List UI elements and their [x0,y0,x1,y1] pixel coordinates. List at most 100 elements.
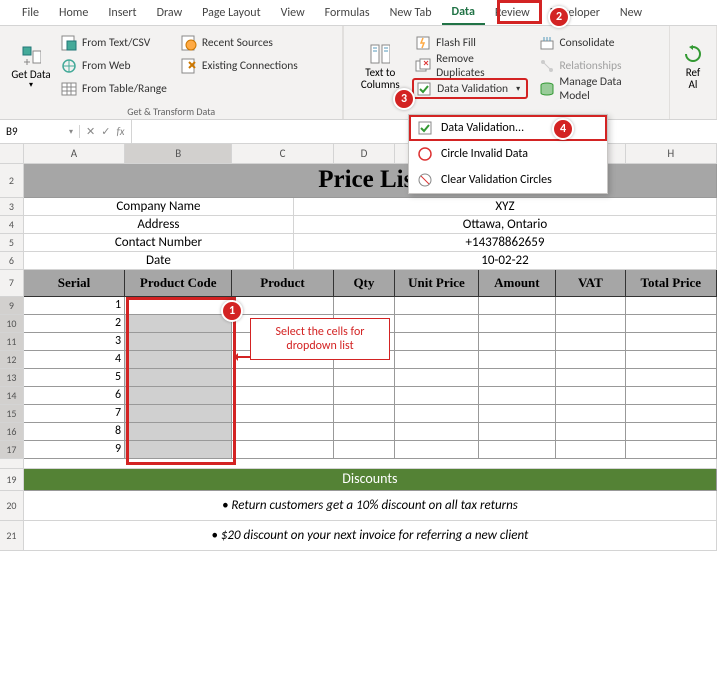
row-header[interactable]: 14 [0,387,24,405]
cell[interactable] [395,315,478,333]
cell[interactable] [334,297,396,315]
row-header[interactable]: 9 [0,297,24,315]
enter-icon[interactable]: ✓ [101,125,110,138]
row-header[interactable]: 17 [0,441,24,459]
tab-view[interactable]: View [271,2,315,24]
cell[interactable] [556,351,626,369]
cell[interactable] [626,423,717,441]
company-value[interactable]: XYZ [294,198,717,216]
discount-note-2[interactable]: • $20 discount on your next invoice for … [24,521,717,551]
cell[interactable] [556,441,626,459]
cell[interactable] [556,423,626,441]
row-header[interactable]: 15 [0,405,24,423]
date-label[interactable]: Date [24,252,294,270]
cell[interactable]: 4 [24,351,125,369]
cell[interactable] [125,351,232,369]
row-header[interactable]: 11 [0,333,24,351]
fx-icon[interactable]: fx [116,125,124,138]
contact-label[interactable]: Contact Number [24,234,294,252]
cell[interactable] [626,387,717,405]
dropdown-circle-invalid[interactable]: Circle Invalid Data [409,141,607,167]
row-header[interactable]: 7 [0,270,24,297]
cell[interactable] [556,315,626,333]
cell[interactable] [626,369,717,387]
consolidate-button[interactable]: Consolidate [536,32,658,53]
cell[interactable] [556,369,626,387]
dropdown-data-validation[interactable]: Data Validation... [409,115,607,141]
contact-value[interactable]: +14378862659 [294,234,717,252]
cell[interactable] [125,441,232,459]
cell[interactable] [232,387,333,405]
cell[interactable]: 1 [24,297,125,315]
cell[interactable]: 2 [24,315,125,333]
company-label[interactable]: Company Name [24,198,294,216]
cell[interactable] [125,369,232,387]
hdr-product-code[interactable]: Product Code [125,270,232,297]
flash-fill-button[interactable]: Flash Fill [412,32,527,53]
cell[interactable] [395,423,478,441]
cell[interactable] [479,369,556,387]
tab-home[interactable]: Home [49,2,98,24]
row-header[interactable]: 2 [0,164,24,198]
row-header[interactable]: 3 [0,198,24,216]
hdr-qty[interactable]: Qty [334,270,396,297]
tab-file[interactable]: File [12,2,49,24]
cell[interactable]: 9 [24,441,125,459]
cell[interactable] [125,297,232,315]
row-header[interactable]: 16 [0,423,24,441]
cell[interactable] [395,405,478,423]
cell[interactable] [232,441,333,459]
cell[interactable] [395,369,478,387]
cell[interactable] [479,333,556,351]
hdr-amount[interactable]: Amount [479,270,556,297]
cell[interactable] [479,423,556,441]
existing-connections-button[interactable]: Existing Connections [178,55,301,76]
col-header-d[interactable]: D [334,144,396,164]
cell[interactable] [556,297,626,315]
cell[interactable] [395,333,478,351]
cell[interactable] [125,387,232,405]
title-cell[interactable]: Price List [24,164,717,198]
row-header[interactable]: 5 [0,234,24,252]
name-box[interactable]: B9▾ [0,125,80,138]
cell[interactable] [125,423,232,441]
cell[interactable] [125,315,232,333]
row-header[interactable]: 20 [0,491,24,521]
cell[interactable] [556,333,626,351]
hdr-vat[interactable]: VAT [556,270,626,297]
discounts-title[interactable]: Discounts [24,469,717,491]
row-header[interactable]: 19 [0,469,24,491]
cell[interactable] [395,387,478,405]
date-value[interactable]: 10-02-22 [294,252,717,270]
cell[interactable] [556,387,626,405]
cell[interactable]: 8 [24,423,125,441]
cell[interactable] [395,351,478,369]
tab-insert[interactable]: Insert [98,2,146,24]
cell[interactable] [232,369,333,387]
cell[interactable] [395,297,478,315]
refresh-all-button[interactable]: RefAl [678,30,708,105]
from-table-range-button[interactable]: From Table/Range [58,78,170,99]
cell[interactable] [479,405,556,423]
get-data-button[interactable]: Get Data▾ [8,30,54,105]
tab-new[interactable]: New [610,2,652,24]
col-header-b[interactable]: B [125,144,232,164]
cell[interactable] [626,405,717,423]
cell[interactable]: 5 [24,369,125,387]
cell[interactable] [232,405,333,423]
recent-sources-button[interactable]: Recent Sources [178,32,301,53]
tab-review[interactable]: Review [485,2,540,24]
hdr-total-price[interactable]: Total Price [626,270,717,297]
col-header-c[interactable]: C [232,144,333,164]
cell[interactable] [479,441,556,459]
cell[interactable] [334,423,396,441]
from-web-button[interactable]: From Web [58,55,170,76]
col-header-h[interactable]: H [626,144,717,164]
row-header[interactable]: 4 [0,216,24,234]
cell[interactable] [479,387,556,405]
cell[interactable] [626,351,717,369]
tab-formulas[interactable]: Formulas [315,2,380,24]
data-validation-button[interactable]: Data Validation▾ [412,78,527,99]
cell[interactable] [479,315,556,333]
cell[interactable]: 7 [24,405,125,423]
